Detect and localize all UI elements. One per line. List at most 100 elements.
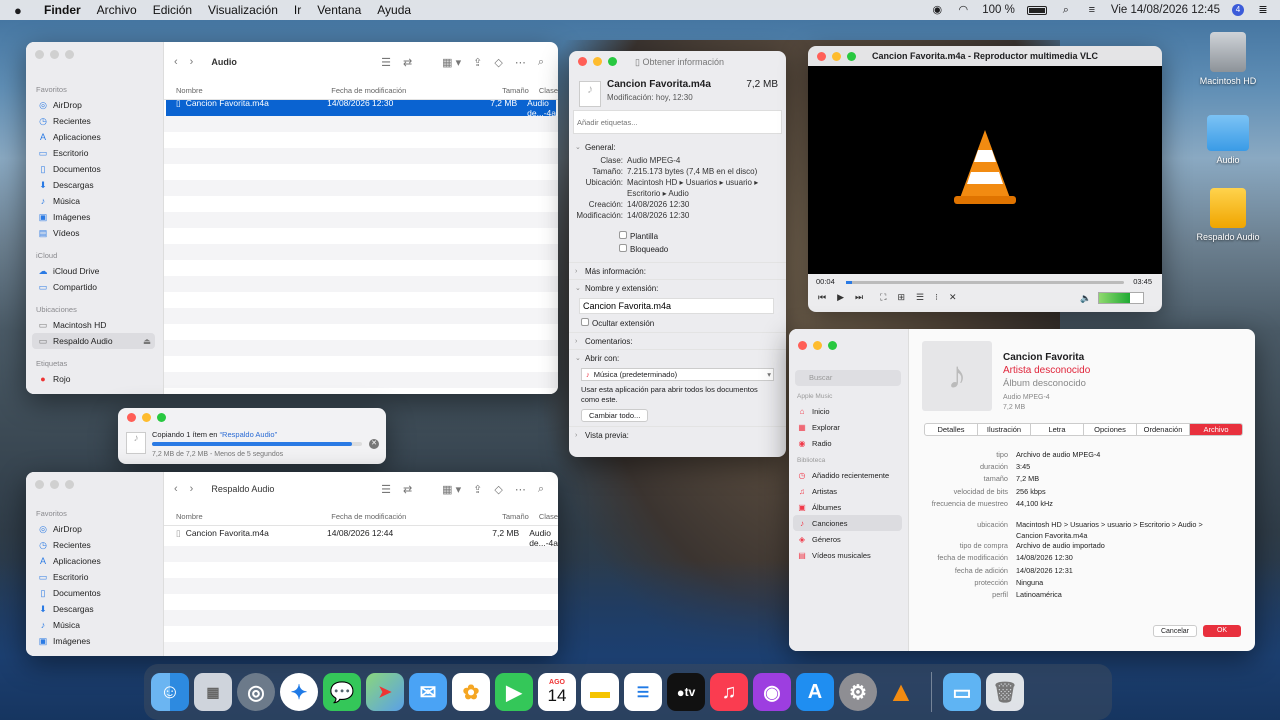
col-kind[interactable]: Clase [539,512,558,521]
app-store-icon[interactable]: A [796,673,834,711]
sidebar-item-inicio[interactable]: ⌂ Inicio [789,403,908,419]
ok-button[interactable]: OK [1203,625,1241,637]
playlist-icon[interactable]: ☰ [916,292,924,303]
sidebar-item-artists[interactable]: ♫ Artistas [789,483,908,499]
zoom-button[interactable] [65,480,74,489]
open-with-toggle[interactable]: ⌄ Abrir con: [569,350,786,366]
sidebar-item-aplicaciones[interactable]: A Aplicaciones [26,553,163,569]
tab-letra[interactable]: Letra [1031,424,1084,435]
tab-archivo[interactable]: Archivo [1190,424,1242,435]
finder-icon[interactable]: ☺ [151,673,189,711]
change-all-button[interactable]: Cambiar todo... [581,409,649,422]
open-with-select[interactable]: ♪ Música (predeterminado) ▾ [581,368,774,381]
zoom-button[interactable] [65,50,74,59]
desktop-audio-folder[interactable]: Audio [1188,115,1268,165]
vlc-icon[interactable]: ▲ [882,673,920,711]
minimize-button[interactable] [593,57,602,66]
minimize-button[interactable] [813,341,822,350]
mail-icon[interactable]: ✉ [409,673,447,711]
general-section-toggle[interactable]: ⌄ General: [569,139,786,155]
sidebar-item-genres[interactable]: ◈ Géneros [789,531,908,547]
back-chevron-icon[interactable]: ‹ [174,56,178,68]
podcasts-icon[interactable]: ◉ [753,673,791,711]
close-button[interactable] [35,50,44,59]
tab-ordenacion[interactable]: Ordenación [1137,424,1190,435]
sidebar-item-respaldo-audio[interactable]: ▭ Respaldo Audio ⏏ [32,333,155,349]
sidebar-item-songs[interactable]: ♪ Canciones [793,515,902,531]
rewind-icon[interactable]: ⏮ [818,292,826,303]
sidebar-item-imagenes[interactable]: ▣ Imágenes [26,633,163,649]
eject-icon[interactable]: ⏏ [143,336,151,347]
menu-ventana[interactable]: Ventana [317,3,361,17]
search-icon[interactable]: ⌕ [538,56,544,69]
list-view-icon[interactable]: ☰ [381,56,391,69]
messages-icon[interactable]: 💬 [323,673,361,711]
gallery-view-icon[interactable]: ⇄ [403,56,412,69]
calendar-icon[interactable]: AGO 14 [538,673,576,711]
locked-checkbox[interactable]: Bloqueado [619,243,786,256]
sidebar-item-airdrop[interactable]: ◎ AirDrop [26,521,163,537]
more-info-toggle[interactable]: › Más información: [569,263,786,279]
control-center-icon[interactable]: ≡ [1085,4,1099,16]
preview-toggle[interactable]: › Vista previa: [569,427,786,443]
menu-app-name[interactable]: Finder [44,3,81,17]
sidebar-item-airdrop[interactable]: ◎ AirDrop [26,97,163,113]
list-view-icon[interactable]: ☰ [381,483,391,496]
table-row[interactable]: ▯ Cancion Favorita.m4a 14/08/2026 12:44 7,2… [164,528,558,548]
col-date[interactable]: Fecha de modificación [331,86,463,95]
fullscreen-icon[interactable]: ⛶ [880,292,886,303]
desktop-macintosh-hd[interactable]: Macintosh HD [1188,32,1268,86]
cancel-button[interactable]: Cancelar [1153,625,1197,637]
close-button[interactable] [798,341,807,350]
fast-forward-icon[interactable]: ⏭ [855,292,863,303]
sidebar-item-music-videos[interactable]: ▤ Vídeos musicales [789,547,908,563]
table-row[interactable]: ▯ Cancion Favorita.m4a 14/08/2026 12:30 7,2… [166,98,556,118]
sidebar-item-musica[interactable]: ♪ Música [26,193,163,209]
col-size[interactable]: Tamaño [463,86,539,95]
name-ext-toggle[interactable]: ⌄ Nombre y extensión: [569,280,786,296]
desktop-respaldo-audio[interactable]: Respaldo Audio [1188,188,1268,242]
tab-opciones[interactable]: Opciones [1084,424,1137,435]
sidebar-item-macintosh-hd[interactable]: ▭ Macintosh HD [26,317,163,333]
menu-archivo[interactable]: Archivo [97,3,137,17]
system-preferences-icon[interactable]: ⚙ [839,673,877,711]
extended-settings-icon[interactable]: ⊞ [897,292,905,303]
eye-icon[interactable]: ◉ [930,4,944,16]
sidebar-item-documentos[interactable]: ▯ Documentos [26,585,163,601]
sidebar-item-escritorio[interactable]: ▭ Escritorio [26,569,163,585]
menu-ir[interactable]: Ir [294,3,301,17]
minimize-button[interactable] [50,480,59,489]
more-icon[interactable]: ⋯ [515,483,526,496]
search-icon[interactable]: ⌕ [1059,4,1073,16]
tag-icon[interactable]: ◇ [494,56,502,69]
notes-icon[interactable]: ▬ [581,673,619,711]
gallery-view-icon[interactable]: ⇄ [403,483,412,496]
hide-extension-checkbox[interactable]: Ocultar extensión [581,318,786,328]
zoom-button[interactable] [828,341,837,350]
shuffle-icon[interactable]: ✕ [949,292,957,303]
volume-slider[interactable] [1098,292,1144,304]
search-icon[interactable]: ⌕ [538,483,544,496]
sidebar-item-imagenes[interactable]: ▣ Imágenes [26,209,163,225]
sidebar-item-icloud-drive[interactable]: ☁ iCloud Drive [26,263,163,279]
reminders-icon[interactable]: ☰ [624,673,662,711]
wifi-icon[interactable]: ◠ [956,4,970,16]
sidebar-item-documentos[interactable]: ▯ Documentos [26,161,163,177]
siri-icon[interactable]: ◎ [237,673,275,711]
sidebar-item-recently-added[interactable]: ◷ Añadido recientemente [789,467,908,483]
sidebar-item-explorar[interactable]: ▦ Explorar [789,419,908,435]
battery-icon[interactable] [1026,5,1047,15]
tags-input[interactable] [573,110,782,134]
sidebar-item-tag-rojo[interactable]: ● Rojo [26,371,163,387]
close-button[interactable] [127,413,136,422]
launchpad-icon[interactable]: ▦ [194,673,232,711]
sidebar-item-descargas[interactable]: ⬇ Descargas [26,601,163,617]
speaker-icon[interactable]: 🔈 [1080,293,1091,304]
menu-ayuda[interactable]: Ayuda [377,3,411,17]
group-icon[interactable]: ▦ ▾ [442,56,461,69]
sidebar-item-albums[interactable]: ▣ Álbumes [789,499,908,515]
trash-icon[interactable]: 🗑 [986,673,1024,711]
group-icon[interactable]: ▦ ▾ [442,483,461,496]
safari-icon[interactable]: ✦ [280,673,318,711]
menu-edicion[interactable]: Edición [153,3,192,17]
